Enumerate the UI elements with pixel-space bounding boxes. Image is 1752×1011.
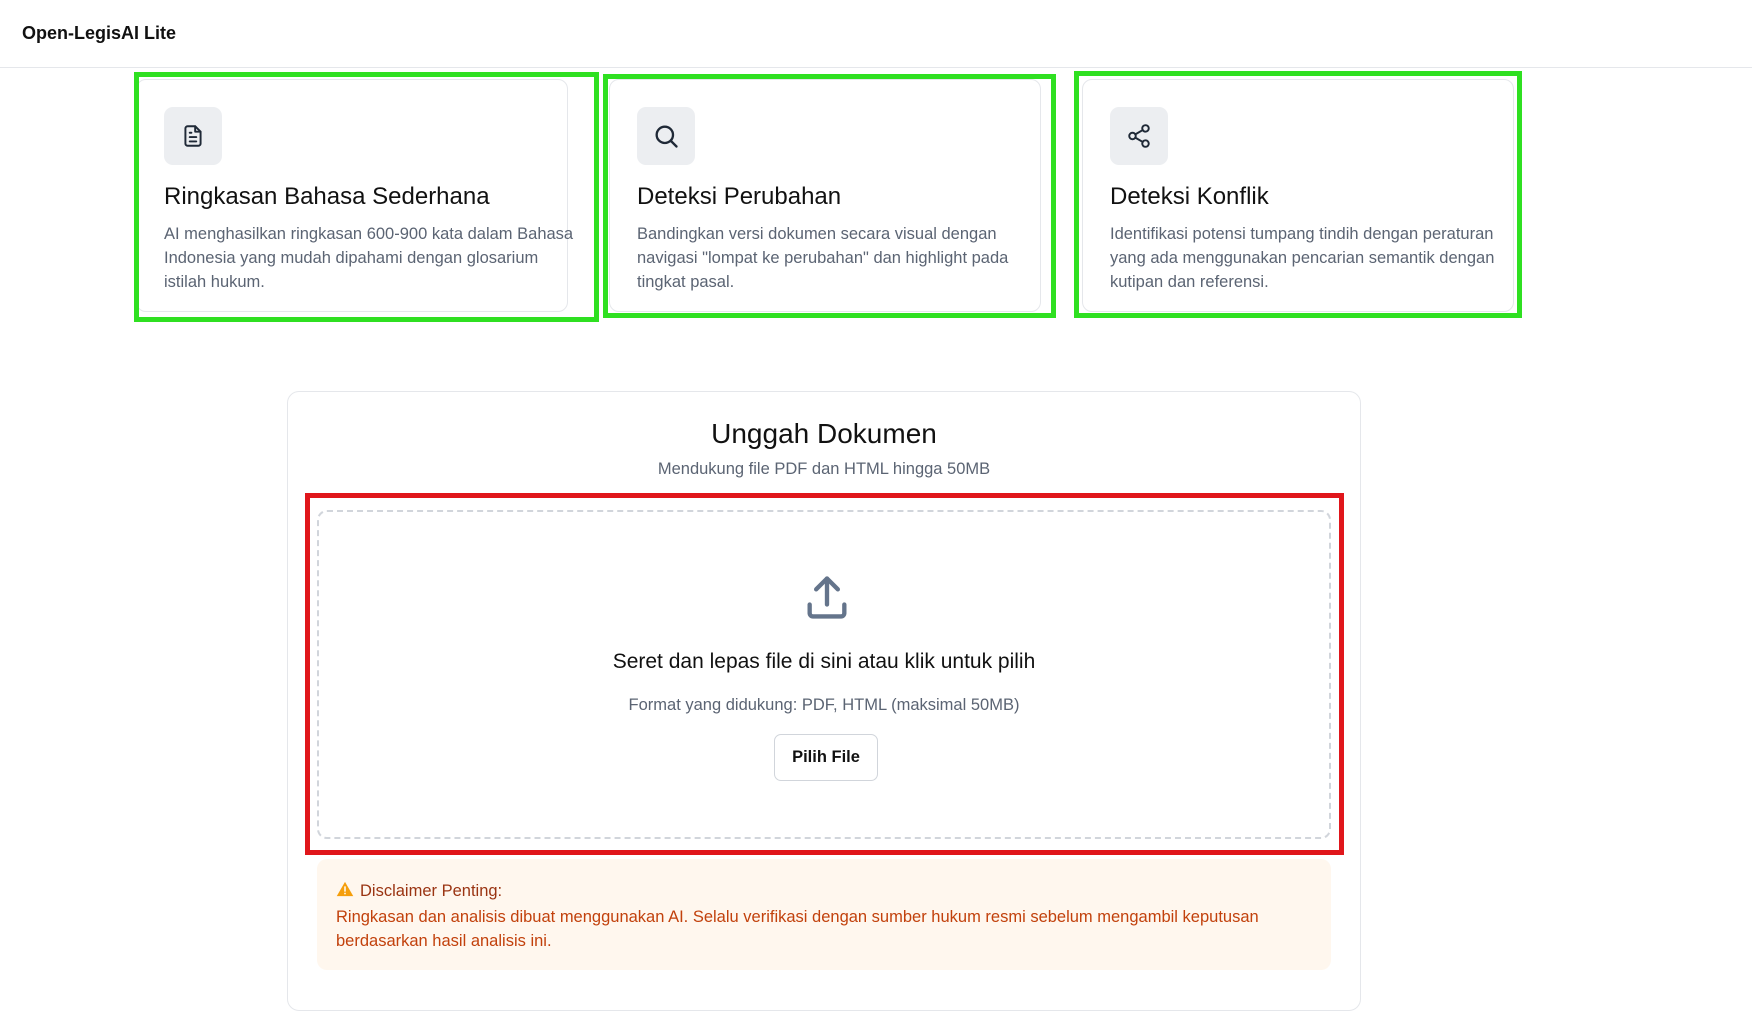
highlight-box-green: [134, 72, 599, 322]
highlight-box-green: [603, 74, 1056, 318]
top-navbar: Open-LegisAI Lite: [0, 0, 1752, 68]
upload-title: Unggah Dokumen: [711, 418, 937, 449]
disclaimer-box: Disclaimer Penting: Ringkasan dan analis…: [317, 859, 1331, 970]
highlight-box-green: [1074, 71, 1522, 318]
disclaimer-text: Ringkasan dan analisis dibuat menggunaka…: [336, 908, 1259, 950]
app-title[interactable]: Open-LegisAI Lite: [22, 23, 176, 44]
upload-subtitle: Mendukung file PDF dan HTML hingga 50MB: [657, 460, 991, 478]
disclaimer-title: Disclaimer Penting:: [360, 882, 503, 900]
highlight-box-red: [305, 493, 1344, 855]
warning-icon: [336, 881, 354, 902]
disclaimer-header: Disclaimer Penting:: [336, 881, 502, 902]
